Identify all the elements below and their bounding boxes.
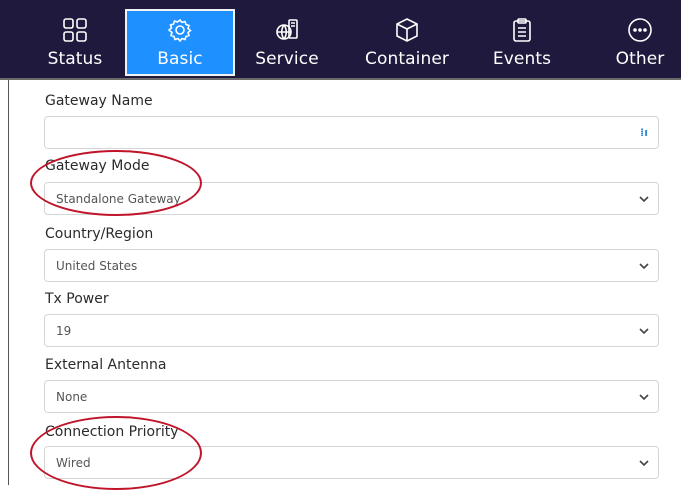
gateway-mode-select[interactable]: Standalone Gateway	[44, 182, 659, 215]
clipboard-icon	[509, 15, 535, 45]
content-left-border	[8, 80, 9, 485]
tx-power-label: Tx Power	[45, 291, 109, 307]
top-nav: Status Basic Service Container Events Ot…	[0, 0, 681, 80]
password-manager-icon[interactable]: ⁞ı	[634, 126, 654, 139]
tab-events[interactable]: Events	[467, 0, 577, 78]
tab-container[interactable]: Container	[352, 0, 462, 78]
cube-icon	[394, 15, 420, 45]
external-antenna-select[interactable]: None	[44, 380, 659, 413]
tab-other-label: Other	[615, 49, 665, 69]
tab-container-label: Container	[365, 49, 449, 69]
external-antenna-value: None	[56, 389, 88, 404]
more-icon	[627, 15, 653, 45]
country-region-select[interactable]: United States	[44, 249, 659, 282]
gateway-name-label: Gateway Name	[45, 93, 153, 109]
chevron-down-icon	[634, 326, 654, 336]
tab-events-label: Events	[492, 49, 552, 69]
tab-basic[interactable]: Basic	[125, 9, 235, 76]
gateway-mode-value: Standalone Gateway	[56, 191, 181, 206]
tab-other[interactable]: Other	[585, 0, 681, 78]
gateway-name-input[interactable]: ⁞ı	[44, 116, 659, 149]
tx-power-value: 19	[56, 323, 72, 338]
connection-priority-value: Wired	[56, 455, 91, 470]
globe-service-icon	[274, 15, 300, 45]
chevron-down-icon	[634, 392, 654, 402]
connection-priority-select[interactable]: Wired	[44, 446, 659, 479]
gear-icon	[167, 15, 193, 45]
tx-power-select[interactable]: 19	[44, 314, 659, 347]
external-antenna-label: External Antenna	[45, 357, 167, 373]
tab-status[interactable]: Status	[20, 0, 130, 78]
country-region-value: United States	[56, 258, 138, 273]
chevron-down-icon	[634, 194, 654, 204]
chevron-down-icon	[634, 261, 654, 271]
tab-service[interactable]: Service	[232, 0, 342, 78]
tab-status-label: Status	[47, 49, 103, 69]
country-region-label: Country/Region	[45, 226, 154, 242]
tab-basic-label: Basic	[157, 49, 203, 69]
tab-service-label: Service	[255, 49, 319, 69]
grid-icon	[62, 15, 88, 45]
chevron-down-icon	[634, 458, 654, 468]
connection-priority-label: Connection Priority	[45, 424, 179, 440]
gateway-mode-label: Gateway Mode	[45, 158, 150, 174]
